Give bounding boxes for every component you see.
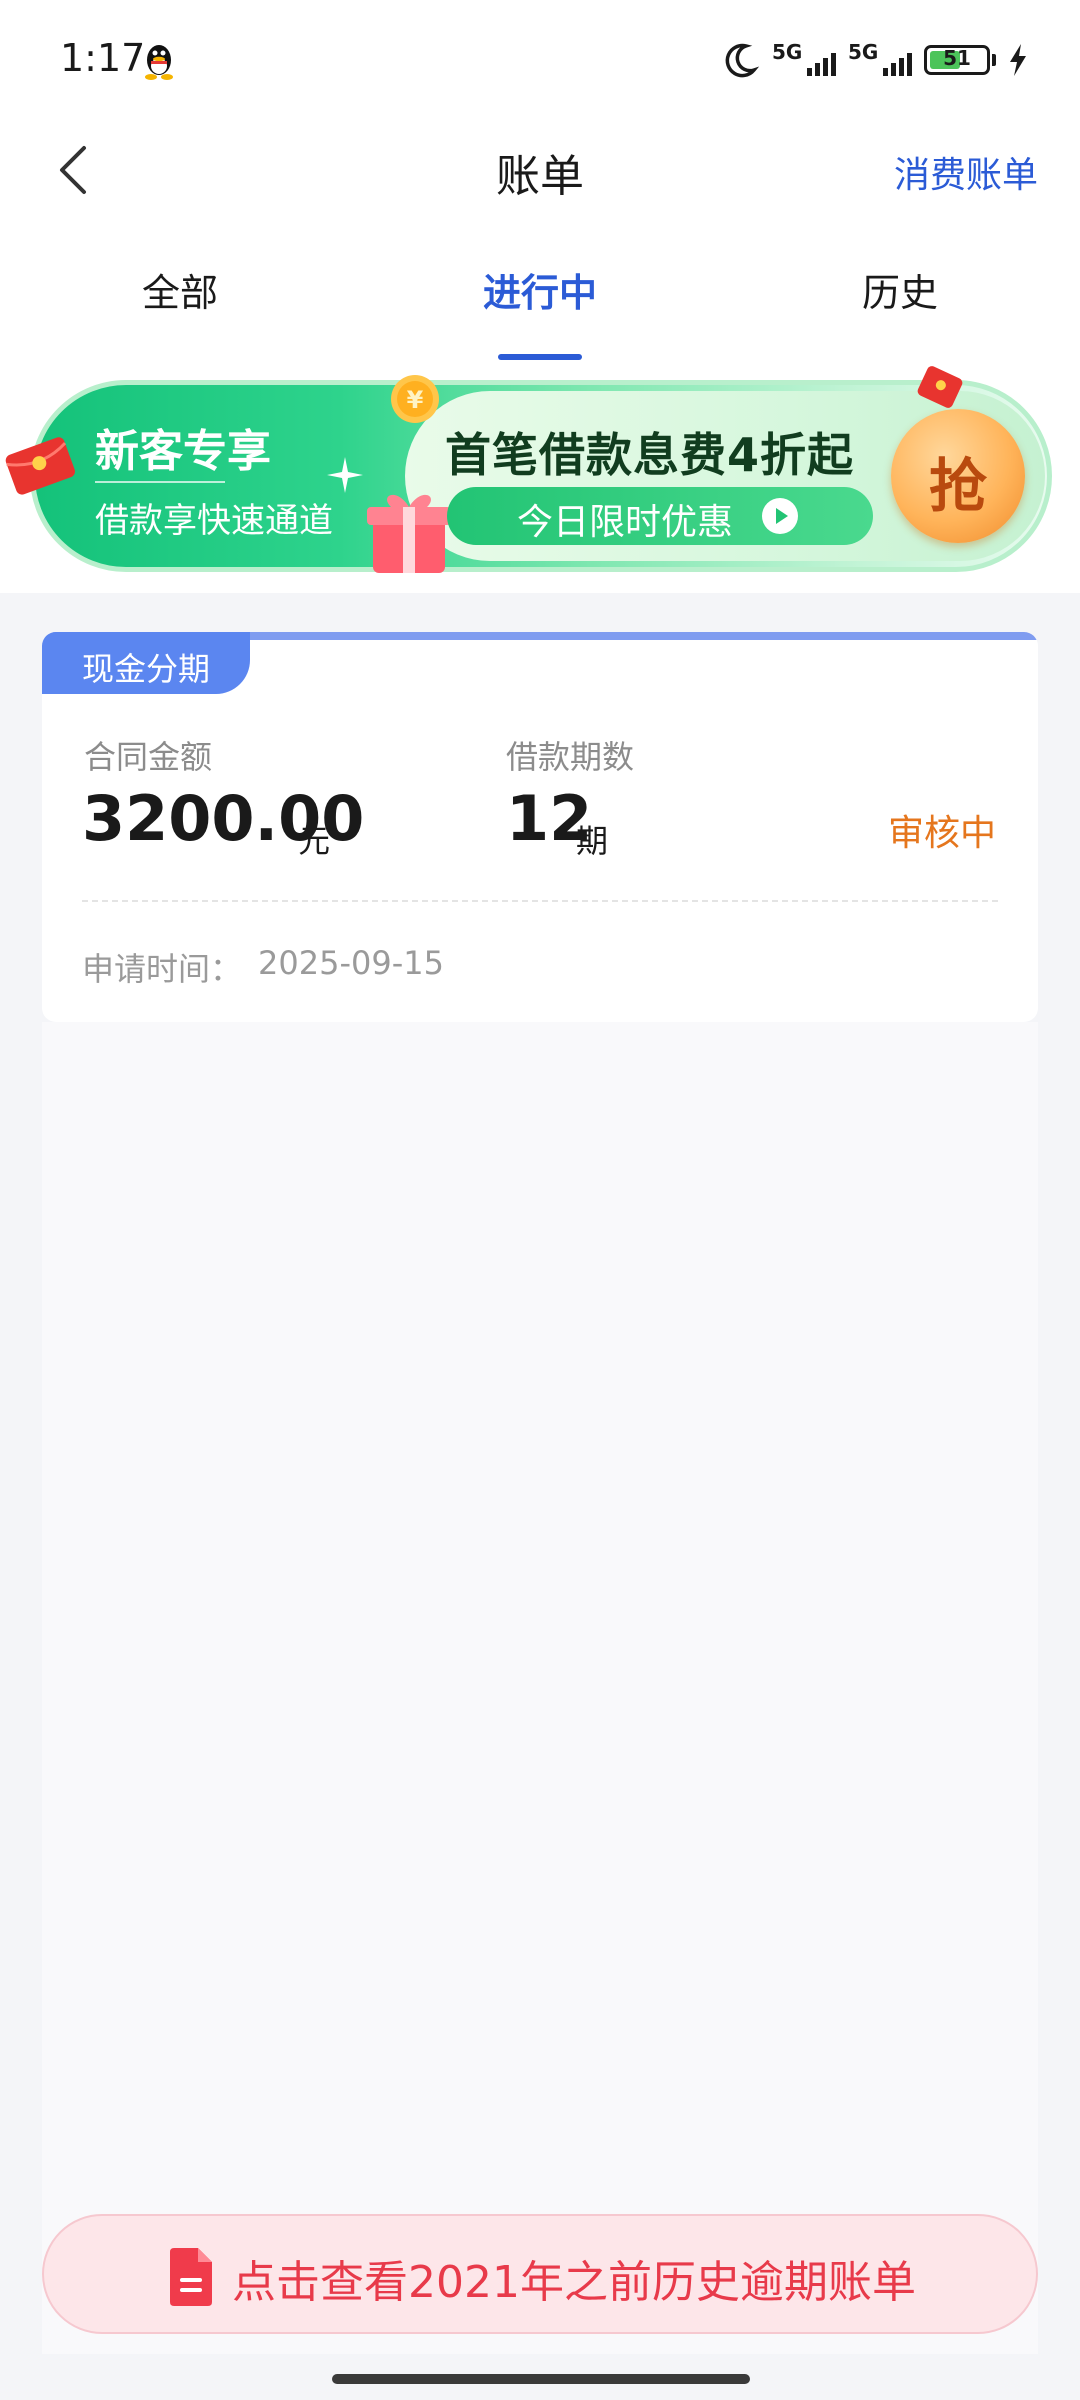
status-time: 1:17	[60, 36, 146, 80]
limited-offer-pill[interactable]: 今日限时优惠	[447, 487, 873, 545]
bill-card[interactable]: 现金分期 合同金额 3200.00 元 借款期数 12 期 审核中 申请时间： …	[42, 632, 1038, 1022]
limited-offer-text: 今日限时优惠	[517, 502, 734, 543]
network-type: 5G	[772, 40, 803, 64]
banner-left-title: 新客专享	[95, 426, 271, 477]
banner-headline: 首笔借款息费4折起	[445, 428, 855, 482]
bill-type-tag: 现金分期	[42, 632, 250, 694]
contract-amount-label: 合同金额	[84, 738, 213, 776]
tab-all[interactable]: 全部	[60, 262, 300, 317]
bill-type-label: 现金分期	[82, 650, 211, 688]
banner-left-subtitle: 借款享快速通道	[95, 501, 333, 541]
nav-bar: 账单 消费账单	[0, 120, 1080, 220]
document-icon	[170, 2248, 212, 2306]
coin-icon: ¥	[391, 375, 439, 423]
promo-banner[interactable]: 新客专享 借款享快速通道 ¥ 首笔借款息费4折起 今日限时优惠 抢	[5, 366, 1052, 573]
apply-date-value: 2025-09-15	[258, 944, 444, 982]
status-badge: 审核中	[887, 813, 996, 854]
apply-date-label: 申请时间：	[82, 950, 243, 988]
tab-history[interactable]: 历史	[780, 262, 1020, 317]
grab-label: 抢	[928, 452, 987, 520]
charging-bolt-icon	[1010, 44, 1026, 76]
sparkle-icon	[327, 457, 363, 493]
home-indicator[interactable]	[332, 2374, 750, 2384]
banner-divider	[95, 481, 225, 483]
status-icons: 5G 5G 51	[720, 40, 1028, 80]
svg-text:¥: ¥	[407, 386, 424, 414]
tab-indicator	[498, 354, 582, 360]
card-divider	[82, 900, 998, 902]
battery-icon: 51	[924, 45, 990, 75]
consumption-bill-link[interactable]: 消费账单	[894, 146, 1038, 198]
loan-periods-unit: 期	[576, 822, 609, 860]
moon-icon	[725, 43, 760, 78]
red-packet-icon	[917, 366, 963, 408]
gift-icon	[367, 494, 451, 573]
play-icon	[762, 498, 798, 534]
red-packet-icon	[5, 437, 75, 495]
battery-cap	[992, 54, 996, 66]
history-overdue-bill-text: 点击查看2021年之前历史逾期账单	[232, 2257, 916, 2308]
signal-icon: 5G	[772, 40, 836, 80]
tab-bar: 全部 进行中 历史	[0, 262, 1080, 362]
history-overdue-bill-button[interactable]: 点击查看2021年之前历史逾期账单	[42, 2214, 1038, 2334]
loan-periods-label: 借款期数	[506, 738, 635, 776]
network-type: 5G	[848, 40, 879, 64]
tab-in-progress[interactable]: 进行中	[420, 262, 660, 317]
qq-icon	[145, 45, 173, 80]
bill-list-area	[42, 1022, 1038, 2354]
contract-amount-unit: 元	[298, 822, 331, 860]
grab-button[interactable]: 抢	[891, 409, 1025, 543]
status-bar: 1:17 5G 5G 51	[0, 0, 1080, 120]
signal-icon: 5G	[848, 40, 912, 80]
battery-level: 51	[943, 46, 971, 70]
